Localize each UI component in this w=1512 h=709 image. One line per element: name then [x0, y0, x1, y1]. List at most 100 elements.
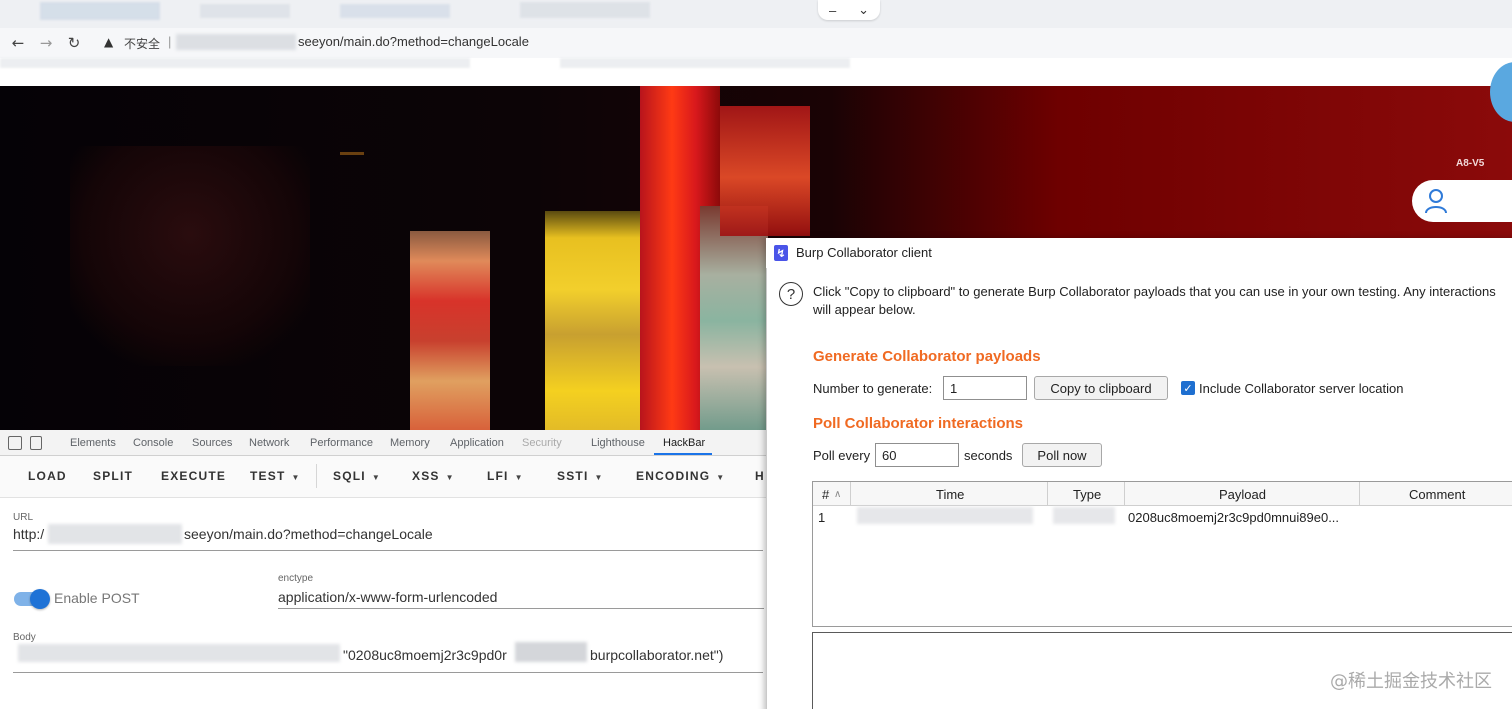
warning-icon[interactable]: ▲ [104, 35, 113, 49]
url-field-label: URL [13, 512, 34, 523]
caret-down-icon: ▼ [291, 473, 301, 482]
poll-interval-input[interactable] [875, 443, 959, 467]
version-label: A8-V5 [1456, 158, 1485, 169]
tab-network[interactable]: Network [249, 437, 289, 449]
tab-lighthouse[interactable]: Lighthouse [591, 437, 645, 449]
reload-icon[interactable]: ↻ [64, 33, 84, 53]
blurred-tab[interactable] [520, 2, 650, 18]
copy-to-clipboard-button[interactable]: Copy to clipboard [1034, 376, 1168, 400]
table-header [813, 482, 1512, 506]
inspect-icon[interactable] [8, 436, 22, 450]
column-divider[interactable] [850, 482, 851, 506]
caret-down-icon: ▼ [514, 473, 524, 482]
sort-ascending-icon: ∧ [834, 489, 842, 500]
hackbar-ssti-menu[interactable]: SSTI ▼ [557, 469, 604, 483]
blurred-tab[interactable] [40, 2, 160, 20]
banner-shape [700, 206, 768, 436]
hackbar-ssti-label: SSTI [557, 469, 589, 483]
address-url[interactable]: seeyon/main.do?method=changeLocale [298, 34, 529, 49]
blurred-header [560, 58, 850, 68]
tab-memory[interactable]: Memory [390, 437, 430, 449]
column-header-comment[interactable]: Comment [1409, 487, 1465, 502]
hackbar-lfi-label: LFI [487, 469, 509, 483]
number-label: Number to generate: [813, 381, 933, 396]
minimize-icon[interactable]: – [829, 3, 836, 18]
column-divider[interactable] [1359, 482, 1360, 506]
column-header-number[interactable]: # [822, 487, 829, 502]
forward-icon[interactable]: → [36, 33, 56, 53]
column-header-type[interactable]: Type [1073, 487, 1101, 502]
caret-down-icon: ▼ [716, 473, 726, 482]
column-divider[interactable] [1047, 482, 1048, 506]
tab-console[interactable]: Console [133, 437, 173, 449]
device-toggle-icon[interactable] [30, 436, 42, 450]
url-field-underline [13, 550, 763, 551]
url-field-value[interactable]: seeyon/main.do?method=changeLocale [184, 526, 433, 542]
redacted-time [857, 507, 1033, 524]
blurred-tab[interactable] [200, 4, 290, 18]
tab-elements[interactable]: Elements [70, 437, 116, 449]
url-field-prefix[interactable]: http:/ [13, 526, 44, 542]
hackbar-test-menu[interactable]: TEST ▼ [250, 469, 301, 483]
enctype-select[interactable]: application/x-www-form-urlencoded [278, 589, 497, 605]
banner-shape [545, 211, 640, 436]
help-icon[interactable]: ? [779, 282, 803, 306]
redacted-body [515, 642, 587, 662]
enable-post-label: Enable POST [54, 590, 140, 606]
caret-down-icon: ▼ [445, 473, 455, 482]
redacted-host [176, 34, 296, 50]
screenshot-root: – ⌄ ← → ↻ ▲ 不安全 | seeyon/main.do?method=… [0, 0, 1512, 709]
hackbar-split-button[interactable]: SPLIT [93, 469, 133, 483]
banner-shape [720, 106, 810, 236]
poll-now-button[interactable]: Poll now [1022, 443, 1102, 467]
window-controls[interactable]: – ⌄ [818, 0, 880, 20]
number-input[interactable] [943, 376, 1027, 400]
row-payload: 0208uc8moemj2r3c9pd0mnui89e0... [1128, 510, 1340, 525]
tab-security[interactable]: Security [522, 437, 562, 449]
hackbar-encoding-label: ENCODING [636, 469, 711, 483]
tab-hackbar[interactable]: HackBar [663, 437, 705, 449]
poll-heading: Poll Collaborator interactions [813, 415, 1024, 432]
toggle-knob[interactable] [30, 589, 50, 609]
hackbar-more-button[interactable]: H [755, 469, 765, 483]
page-header-strip [0, 58, 1512, 86]
hackbar-test-label: TEST [250, 469, 286, 483]
banner-shape [410, 231, 490, 431]
tab-sources[interactable]: Sources [192, 437, 232, 449]
blurred-tab[interactable] [340, 4, 450, 18]
hackbar-lfi-menu[interactable]: LFI ▼ [487, 469, 524, 483]
hackbar-execute-button[interactable]: EXECUTE [161, 469, 226, 483]
hackbar-sqli-menu[interactable]: SQLI ▼ [333, 469, 381, 483]
row-number: 1 [818, 510, 826, 525]
include-location-checkbox[interactable]: ✓ [1181, 381, 1195, 395]
generate-heading: Generate Collaborator payloads [813, 348, 1041, 365]
banner-shape [340, 152, 364, 155]
back-icon[interactable]: ← [8, 33, 28, 53]
user-icon [1425, 189, 1447, 214]
column-divider[interactable] [1124, 482, 1125, 506]
redacted-host [48, 524, 182, 544]
column-header-time[interactable]: Time [936, 487, 964, 502]
insecure-label[interactable]: 不安全 [124, 35, 160, 52]
chevron-down-icon[interactable]: ⌄ [858, 2, 869, 18]
enctype-underline [278, 608, 764, 609]
column-header-payload[interactable]: Payload [1219, 487, 1266, 502]
hackbar-xss-menu[interactable]: XSS ▼ [412, 469, 455, 483]
poll-every-label: Poll every [813, 448, 871, 463]
banner-shape [70, 146, 310, 366]
hackbar-encoding-menu[interactable]: ENCODING ▼ [636, 469, 725, 483]
body-fragment[interactable]: "0208uc8moemj2r3c9pd0r [343, 647, 507, 663]
hackbar-load-button[interactable]: LOAD [28, 469, 67, 483]
tab-application[interactable]: Application [450, 437, 504, 449]
toolbar-divider [316, 464, 317, 488]
burp-description: Click "Copy to clipboard" to generate Bu… [813, 284, 1496, 317]
hackbar-xss-label: XSS [412, 469, 440, 483]
burp-logo-icon: ↯ [774, 245, 788, 261]
enctype-label: enctype [278, 573, 314, 584]
body-fragment-end[interactable]: burpcollaborator.net") [590, 647, 723, 663]
caret-down-icon: ▼ [594, 473, 604, 482]
url-separator: | [168, 34, 172, 49]
include-location-label: Include Collaborator server location [1199, 381, 1404, 396]
caret-down-icon: ▼ [371, 473, 381, 482]
tab-performance[interactable]: Performance [310, 437, 373, 449]
